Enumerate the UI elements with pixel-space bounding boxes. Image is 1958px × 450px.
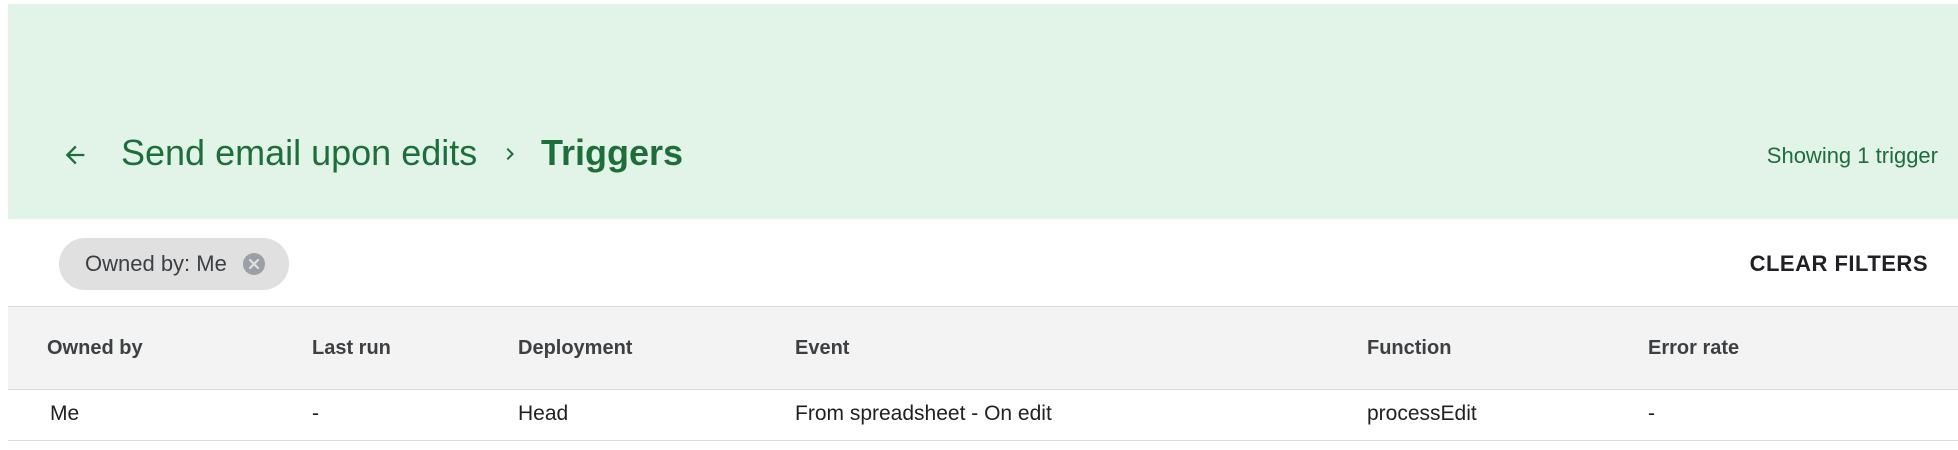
page-title: Triggers [541,132,684,173]
column-header-function[interactable]: Function [1367,337,1451,360]
cell-event: From spreadsheet - On edit [795,402,1052,425]
filter-chip-label: Owned by: Me [85,251,227,276]
breadcrumb-project-link[interactable]: Send email upon edits [121,130,477,176]
column-header-deployment[interactable]: Deployment [518,337,632,360]
table-header-row: Owned by Last run Deployment Event Funct… [8,306,1958,390]
owned-by-filter-chip[interactable]: Owned by: Me [59,238,289,290]
arrow-back-icon [65,145,85,165]
column-header-event[interactable]: Event [795,337,849,360]
column-header-error-rate[interactable]: Error rate [1648,337,1739,360]
clear-filters-button[interactable]: CLEAR FILTERS [1750,250,1928,278]
cell-error-rate: - [1648,402,1655,425]
cell-last-run: - [312,402,319,425]
column-header-owned-by[interactable]: Owned by [47,337,143,360]
close-circle-icon[interactable] [242,253,265,275]
trigger-count: Showing 1 trigger [1766,143,1938,168]
page-header: Send email upon edits Triggers Showing 1… [8,4,1958,219]
chevron-right-icon [506,148,514,160]
table-row[interactable]: Me - Head From spreadsheet - On edit pro… [8,390,1958,441]
column-header-last-run[interactable]: Last run [312,337,391,360]
cell-deployment: Head [518,402,569,425]
close-glyph [248,258,259,270]
cell-owned-by: Me [50,402,80,425]
cell-function: processEdit [1367,402,1477,425]
triggers-table: Owned by Last run Deployment Event Funct… [8,306,1958,441]
back-button[interactable] [55,135,95,175]
triggers-page: Send email upon edits Triggers Showing 1… [8,4,1958,450]
